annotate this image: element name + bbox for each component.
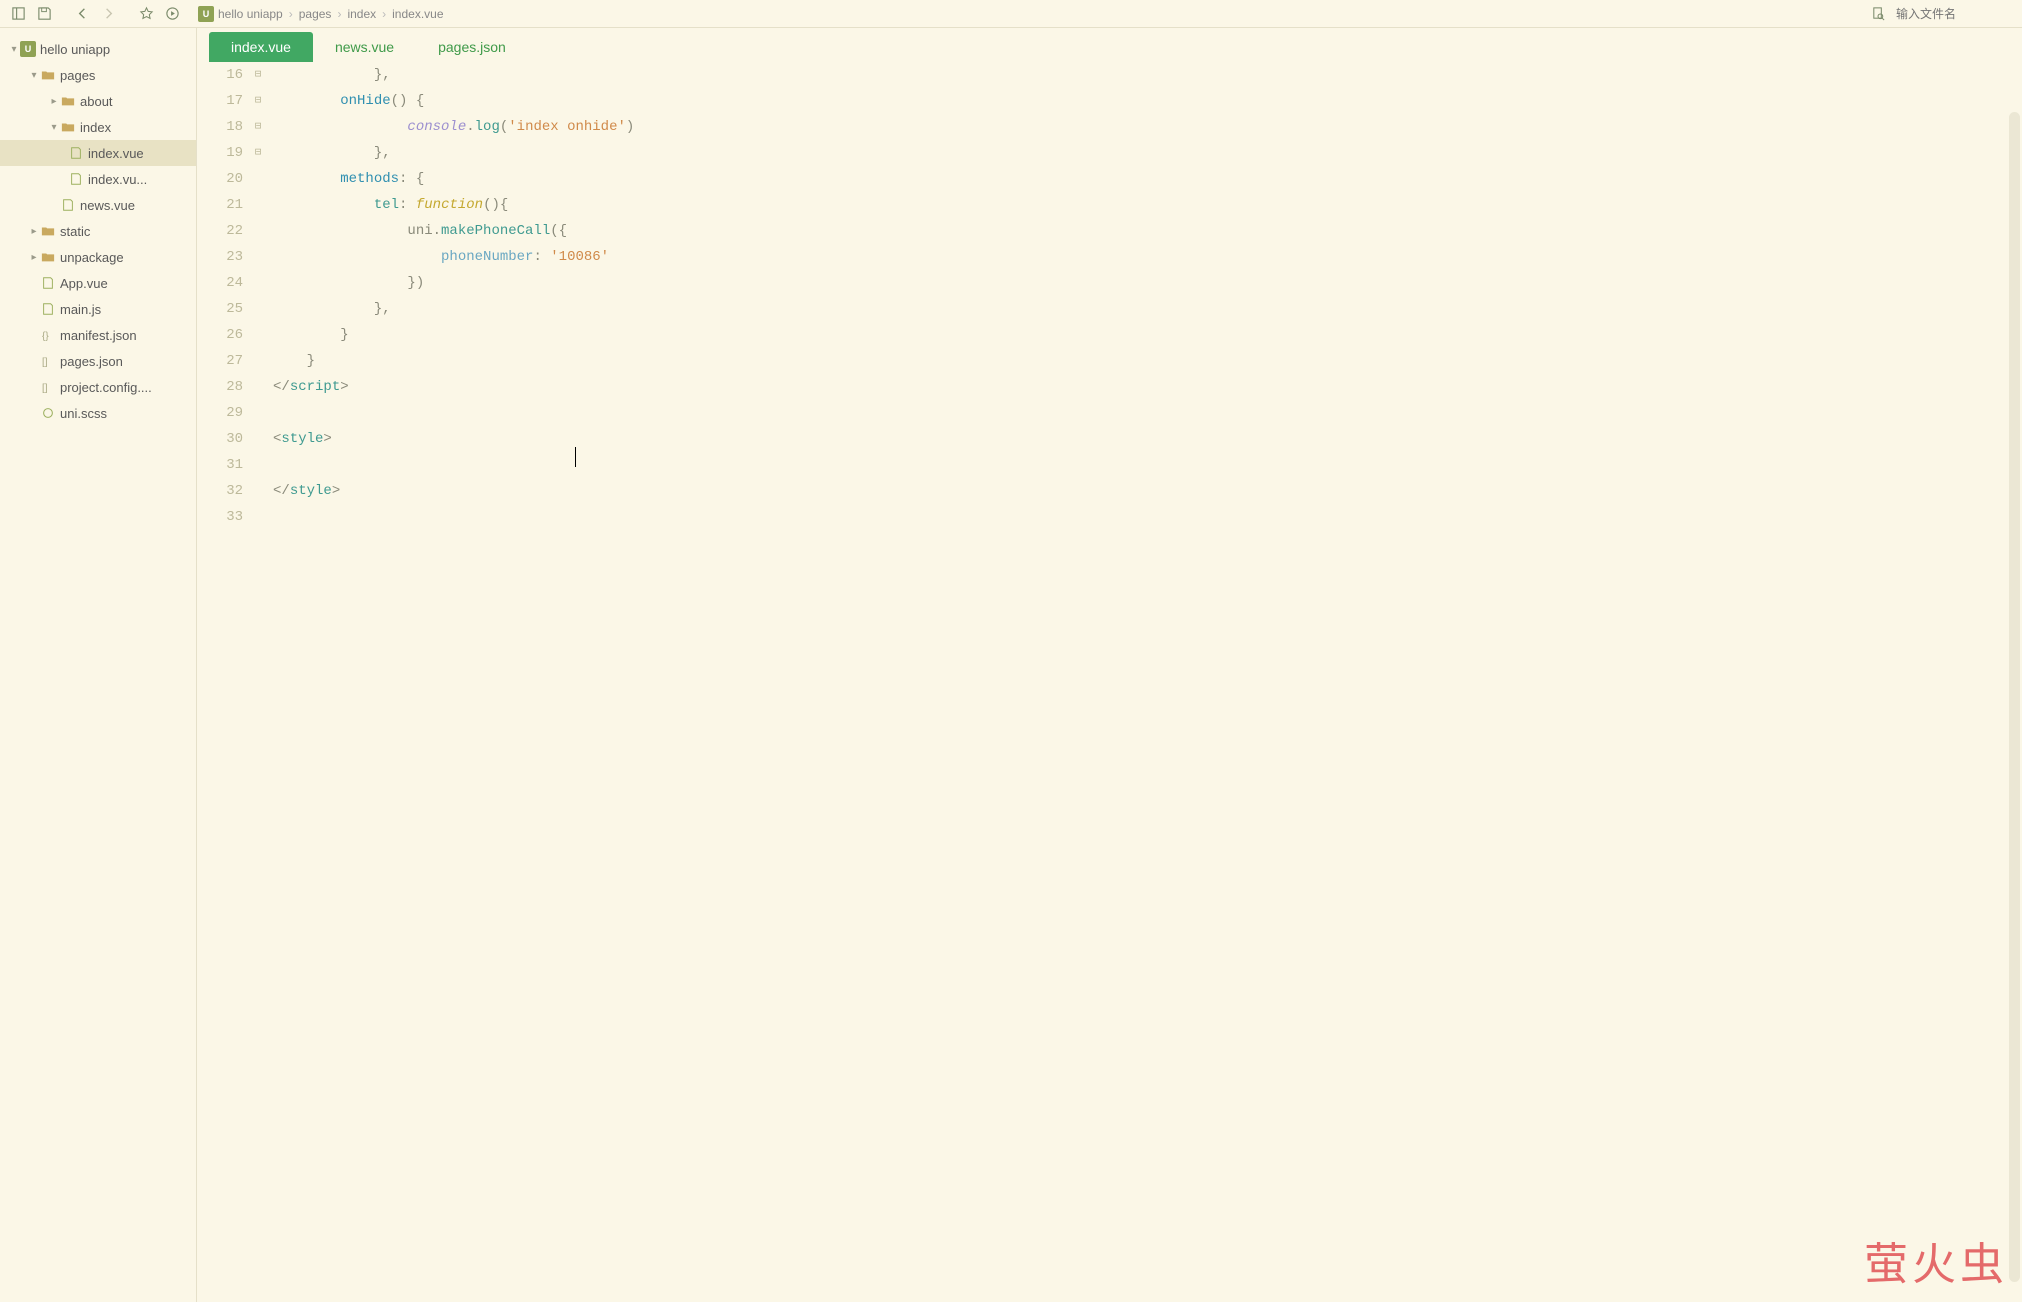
tree-folder-static[interactable]: ▸ static (0, 218, 196, 244)
json-file-icon: [] (40, 379, 56, 395)
nav-back-icon[interactable] (70, 3, 94, 25)
folder-icon (60, 119, 76, 135)
run-icon[interactable] (160, 3, 184, 25)
line-gutter: 161718192021222324252627282930313233 (197, 62, 249, 1302)
breadcrumb-seg[interactable]: index.vue (392, 7, 443, 21)
tree-label: pages.json (60, 354, 123, 369)
text-cursor (575, 447, 576, 467)
vue-file-icon (68, 171, 84, 187)
tree-project[interactable]: ▾U hello uniapp (0, 36, 196, 62)
folder-icon (40, 249, 56, 265)
toolbar: U hello uniapp › pages › index › index.v… (0, 0, 2022, 28)
search-filename-input[interactable] (1896, 7, 2016, 21)
tree-label: news.vue (80, 198, 135, 213)
scss-file-icon (40, 405, 56, 421)
tree-file-manifest[interactable]: {} manifest.json (0, 322, 196, 348)
tree-label: about (80, 94, 113, 109)
folder-icon (60, 93, 76, 109)
tree-file-app-vue[interactable]: App.vue (0, 270, 196, 296)
tree-file-project-config[interactable]: [] project.config.... (0, 374, 196, 400)
tree-label: main.js (60, 302, 101, 317)
folder-icon (40, 223, 56, 239)
tree-label: unpackage (60, 250, 124, 265)
tree-file-pages-json[interactable]: [] pages.json (0, 348, 196, 374)
svg-text:{}: {} (42, 331, 49, 342)
tree-label: hello uniapp (40, 42, 110, 57)
tab-pages-json[interactable]: pages.json (416, 32, 528, 62)
js-file-icon (40, 301, 56, 317)
tree-file-main-js[interactable]: main.js (0, 296, 196, 322)
vue-file-icon (60, 197, 76, 213)
fold-column[interactable]: ⊟⊟⊟⊟ (249, 62, 267, 1302)
breadcrumb-seg[interactable]: index (347, 7, 376, 21)
tree-label: pages (60, 68, 95, 83)
project-icon: U (198, 6, 214, 22)
json-file-icon: {} (40, 327, 56, 343)
file-explorer[interactable]: ▾U hello uniapp ▾ pages ▸ about ▾ index … (0, 28, 197, 1302)
json-file-icon: [] (40, 353, 56, 369)
tree-label: project.config.... (60, 380, 152, 395)
tree-folder-pages[interactable]: ▾ pages (0, 62, 196, 88)
svg-text:[]: [] (42, 383, 48, 394)
star-icon[interactable] (134, 3, 158, 25)
project-icon: U (20, 41, 36, 57)
tree-file-index-vue[interactable]: index.vue (0, 140, 196, 166)
search-file-icon[interactable] (1866, 3, 1890, 25)
code-content[interactable]: }, onHide() { console.log('index onhide'… (267, 62, 2022, 1302)
vue-file-icon (40, 275, 56, 291)
tree-file-news-vue[interactable]: news.vue (0, 192, 196, 218)
tree-label: index.vue (88, 146, 144, 161)
vertical-scrollbar[interactable] (2009, 112, 2020, 1282)
main-area: ▾U hello uniapp ▾ pages ▸ about ▾ index … (0, 28, 2022, 1302)
tree-file-uni-scss[interactable]: uni.scss (0, 400, 196, 426)
tree-label: index.vu... (88, 172, 147, 187)
vue-file-icon (68, 145, 84, 161)
breadcrumb-seg[interactable]: pages (299, 7, 332, 21)
editor-pane: index.vue news.vue pages.json 1617181920… (197, 28, 2022, 1302)
tree-folder-about[interactable]: ▸ about (0, 88, 196, 114)
tab-bar: index.vue news.vue pages.json (197, 28, 2022, 62)
tab-news-vue[interactable]: news.vue (313, 32, 416, 62)
tab-index-vue[interactable]: index.vue (209, 32, 313, 62)
tree-label: index (80, 120, 111, 135)
save-icon[interactable] (32, 3, 56, 25)
tree-label: App.vue (60, 276, 108, 291)
folder-icon (40, 67, 56, 83)
breadcrumb[interactable]: U hello uniapp › pages › index › index.v… (198, 6, 444, 22)
code-editor[interactable]: 161718192021222324252627282930313233 ⊟⊟⊟… (197, 62, 2022, 1302)
nav-forward-icon[interactable] (96, 3, 120, 25)
breadcrumb-seg[interactable]: hello uniapp (218, 7, 283, 21)
tree-label: uni.scss (60, 406, 107, 421)
tree-label: static (60, 224, 90, 239)
tree-folder-index[interactable]: ▾ index (0, 114, 196, 140)
panel-toggle-icon[interactable] (6, 3, 30, 25)
tree-folder-unpackage[interactable]: ▸ unpackage (0, 244, 196, 270)
svg-text:[]: [] (42, 357, 48, 368)
tree-file-index-vu2[interactable]: index.vu... (0, 166, 196, 192)
tree-label: manifest.json (60, 328, 137, 343)
